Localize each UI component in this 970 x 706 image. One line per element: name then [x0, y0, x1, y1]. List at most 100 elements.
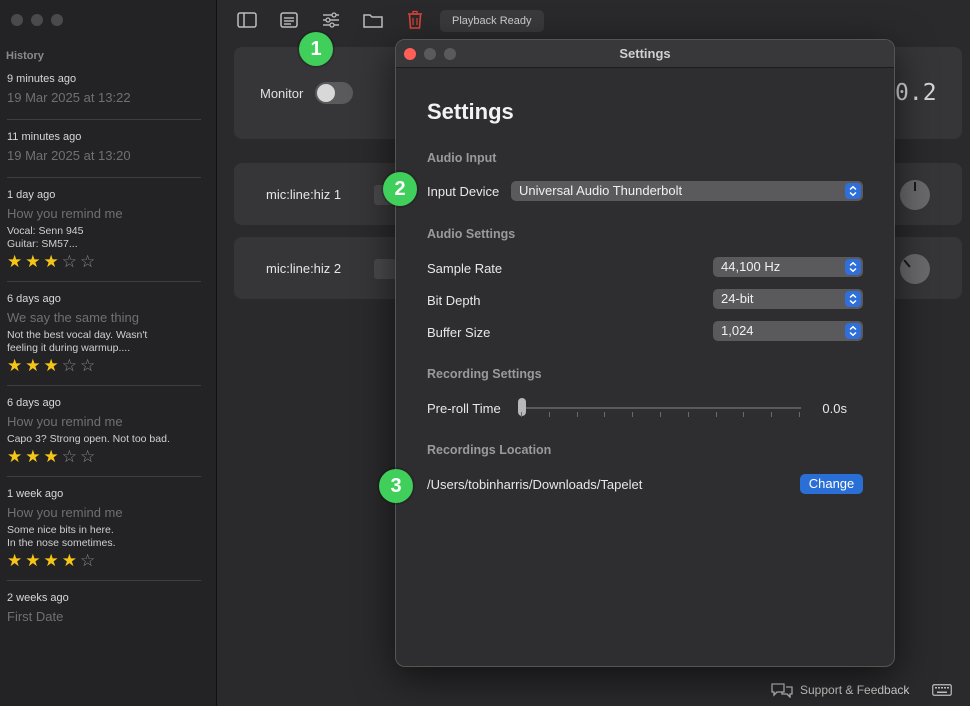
star-filled-icon[interactable]: ★ [7, 447, 25, 466]
history-item[interactable]: 9 minutes ago 19 Mar 2025 at 13:22 [0, 68, 216, 119]
monitor-toggle[interactable] [315, 82, 353, 104]
track-name: mic:line:hiz 1 [266, 187, 342, 202]
history-item[interactable]: 2 weeks ago First Date [0, 587, 216, 638]
star-filled-icon[interactable]: ★ [25, 252, 43, 271]
folder-icon[interactable] [362, 10, 384, 30]
zoom-window-button[interactable] [51, 14, 63, 26]
history-item-title: 19 Mar 2025 at 13:22 [7, 90, 131, 105]
sample-rate-label: Sample Rate [427, 261, 503, 276]
star-rating[interactable]: ★★★★☆ [7, 550, 201, 572]
timer-display: 0.2 [895, 80, 937, 106]
slider-tick [521, 412, 522, 417]
history-item-time: 1 day ago [7, 189, 56, 201]
keyboard-icon[interactable] [932, 684, 952, 696]
preroll-time-slider[interactable] [518, 398, 801, 418]
history-item-note: Some nice bits in here. In the nose some… [7, 524, 116, 549]
star-empty-icon[interactable]: ☆ [62, 447, 80, 466]
star-filled-icon[interactable]: ★ [44, 356, 62, 375]
history-item[interactable]: 6 days ago We say the same thing Not the b… [0, 288, 216, 385]
playback-status-badge: Playback Ready [440, 10, 544, 32]
star-filled-icon[interactable]: ★ [25, 447, 43, 466]
history-sidebar: History 9 minutes ago 19 Mar 2025 at 13:2… [0, 0, 217, 706]
history-item-title: First Date [7, 609, 64, 624]
close-window-button[interactable] [11, 14, 23, 26]
input-device-select[interactable]: Universal Audio Thunderbolt [511, 181, 863, 201]
history-item-title: How you remind me [7, 414, 123, 429]
speech-bubbles-icon [771, 683, 793, 698]
settings-titlebar[interactable]: Settings [396, 40, 894, 68]
star-filled-icon[interactable]: ★ [7, 252, 25, 271]
star-filled-icon[interactable]: ★ [44, 252, 62, 271]
window-controls[interactable] [11, 14, 63, 26]
support-feedback-label: Support & Feedback [800, 683, 910, 697]
history-item-time: 2 weeks ago [7, 592, 69, 604]
settings-window: Settings Settings Audio Input Input Devi… [395, 39, 895, 667]
sliders-icon[interactable] [320, 10, 342, 30]
bit-depth-select[interactable]: 24-bit [713, 289, 863, 309]
star-empty-icon[interactable]: ☆ [80, 252, 98, 271]
star-empty-icon[interactable]: ☆ [80, 447, 98, 466]
star-empty-icon[interactable]: ☆ [80, 551, 98, 570]
history-list: 9 minutes ago 19 Mar 2025 at 13:22 11 minu… [0, 68, 216, 638]
gain-knob[interactable] [900, 254, 930, 284]
star-filled-icon[interactable]: ★ [7, 356, 25, 375]
buffer-size-label: Buffer Size [427, 325, 491, 340]
chevron-updown-icon [845, 259, 861, 275]
slider-tick [771, 412, 772, 417]
settings-window-title: Settings [619, 46, 671, 61]
recording-settings-heading: Recording Settings [427, 367, 542, 381]
slider-thumb[interactable] [518, 398, 526, 416]
sample-rate-select[interactable]: 44,100 Hz [713, 257, 863, 277]
level-meter [374, 259, 396, 279]
history-item-time: 11 minutes ago [7, 131, 82, 143]
history-item[interactable]: 6 days ago How you remind me Capo 3? Stron… [0, 392, 216, 476]
slider-tick [660, 412, 661, 417]
preroll-time-value: 0.0s [822, 401, 847, 416]
sidebar-toggle-icon[interactable] [236, 10, 258, 30]
preroll-time-label: Pre-roll Time [427, 401, 501, 416]
history-item[interactable]: 1 week ago How you remind me Some nice bit… [0, 483, 216, 580]
slider-track [521, 407, 801, 409]
star-filled-icon[interactable]: ★ [25, 551, 43, 570]
slider-tick [549, 412, 550, 417]
history-item-note: Capo 3? Strong open. Not too bad. [7, 433, 170, 445]
callout-badge-3: 3 [379, 469, 413, 503]
star-filled-icon[interactable]: ★ [44, 551, 62, 570]
change-location-button[interactable]: Change [800, 474, 863, 494]
history-item[interactable]: 11 minutes ago 19 Mar 2025 at 13:20 [0, 126, 216, 177]
chevron-updown-icon [845, 291, 861, 307]
gain-knob[interactable] [900, 180, 930, 210]
star-filled-icon[interactable]: ★ [25, 356, 43, 375]
slider-tick [604, 412, 605, 417]
star-empty-icon[interactable]: ☆ [62, 356, 80, 375]
history-item-time: 6 days ago [7, 397, 61, 409]
monitor-label: Monitor [260, 86, 304, 101]
star-filled-icon[interactable]: ★ [44, 447, 62, 466]
star-empty-icon[interactable]: ☆ [62, 252, 80, 271]
star-filled-icon[interactable]: ★ [62, 551, 80, 570]
slider-tick [743, 412, 744, 417]
buffer-size-select[interactable]: 1,024 [713, 321, 863, 341]
slider-tick [716, 412, 717, 417]
history-item-time: 1 week ago [7, 488, 64, 500]
history-item-title: How you remind me [7, 206, 123, 221]
star-empty-icon[interactable]: ☆ [80, 356, 98, 375]
star-rating[interactable]: ★★★☆☆ [7, 446, 201, 468]
notes-icon[interactable] [278, 10, 300, 30]
star-filled-icon[interactable]: ★ [7, 551, 25, 570]
recordings-location-heading: Recordings Location [427, 443, 552, 457]
trash-icon[interactable] [404, 10, 426, 30]
recordings-path: /Users/tobinharris/Downloads/Tapelet [427, 477, 643, 492]
slider-tick [799, 412, 800, 417]
star-rating[interactable]: ★★★☆☆ [7, 251, 201, 273]
audio-settings-heading: Audio Settings [427, 227, 516, 241]
callout-badge-2: 2 [383, 172, 417, 206]
chevron-updown-icon [845, 323, 861, 339]
support-feedback-link[interactable]: Support & Feedback [770, 682, 909, 698]
minimize-window-button[interactable] [31, 14, 43, 26]
history-item-title: We say the same thing [7, 310, 139, 325]
history-item[interactable]: 1 day ago How you remind me Vocal: Senn 94… [0, 184, 216, 281]
star-rating[interactable]: ★★★☆☆ [7, 355, 201, 377]
history-item-note: Not the best vocal day. Wasn't feeling i… [7, 329, 148, 354]
history-item-time: 9 minutes ago [7, 73, 77, 85]
